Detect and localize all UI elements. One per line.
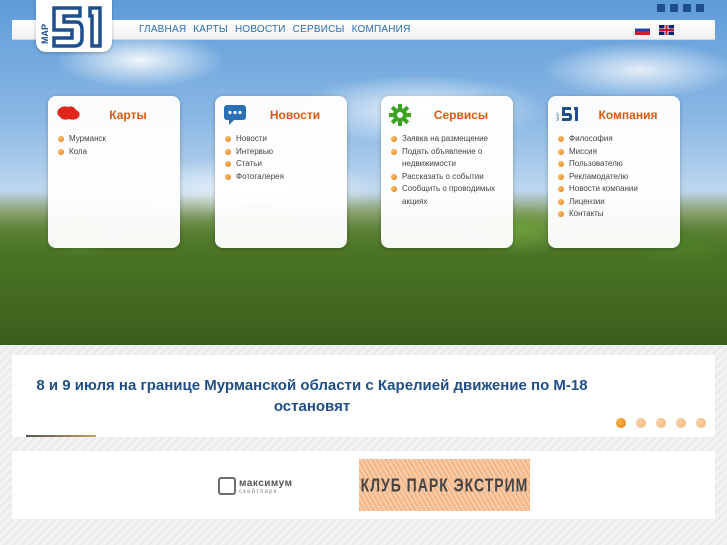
card-link[interactable]: Мурманск (58, 133, 174, 146)
card-news: Новости Новости Интервью Статьи Фотогале… (215, 96, 347, 248)
card-link-list: Заявка на размещение Подать объявление о… (391, 133, 507, 208)
card-header: MAP Компания (556, 104, 672, 126)
card-link-list: Философия Миссия Пользователю Рекламодат… (558, 133, 674, 221)
card-link-list: Мурманск Кола (58, 133, 174, 158)
site-logo[interactable]: MAP (36, 0, 112, 52)
card-title[interactable]: Новости (223, 108, 339, 122)
card-header: Новости (223, 104, 339, 126)
card-header: Карты (56, 104, 172, 126)
card-link[interactable]: Миссия (558, 146, 674, 159)
svg-text:MAP: MAP (40, 24, 50, 44)
partner-maximum-logo[interactable]: максимум скейтпарк (218, 475, 318, 497)
card-link[interactable]: Подать объявление о недвижимости (391, 146, 507, 171)
slider-pagination (616, 418, 706, 428)
nav-item-news[interactable]: НОВОСТИ (235, 24, 286, 35)
rss-icon[interactable] (696, 4, 704, 12)
flag-ru-icon[interactable] (635, 25, 650, 35)
language-switcher (635, 25, 674, 35)
slider-dot[interactable] (656, 418, 666, 428)
slider-dot[interactable] (636, 418, 646, 428)
card-link[interactable]: Сообщить о проводимых акциях (391, 183, 507, 208)
card-title[interactable]: Компания (556, 108, 672, 122)
card-link[interactable]: Новости компании (558, 183, 674, 196)
partner-subtitle: скейтпарк (239, 488, 278, 495)
partner-title: КЛУБ ПАРК ЭКСТРИМ (360, 474, 529, 496)
slider-dot[interactable] (676, 418, 686, 428)
slide-progress-bar (26, 435, 96, 437)
card-maps: Карты Мурманск Кола (48, 96, 180, 248)
news-headline[interactable]: 8 и 9 июля на границе Мурманской области… (12, 375, 612, 417)
top-utility-icons (657, 4, 704, 12)
card-link[interactable]: Контакты (558, 208, 674, 221)
nav-item-company[interactable]: КОМПАНИЯ (352, 24, 411, 35)
card-link[interactable]: Фотогалерея (225, 171, 341, 184)
card-company: MAP Компания Философия Миссия Пользовате… (548, 96, 680, 248)
card-title[interactable]: Сервисы (389, 108, 505, 122)
main-nav: ГЛАВНАЯ КАРТЫ НОВОСТИ СЕРВИСЫ КОМПАНИЯ (139, 24, 411, 35)
partner-title: максимум (239, 477, 293, 489)
nav-item-home[interactable]: ГЛАВНАЯ (139, 24, 186, 35)
slider-dot[interactable] (616, 418, 626, 428)
sitemap-icon[interactable] (670, 4, 678, 12)
card-services: Сервисы Заявка на размещение Подать объя… (381, 96, 513, 248)
home-icon[interactable] (657, 4, 665, 12)
news-slider: 8 и 9 июля на границе Мурманской области… (12, 355, 715, 437)
card-link[interactable]: Заявка на размещение (391, 133, 507, 146)
card-link[interactable]: Пользователю (558, 158, 674, 171)
skater-icon (218, 477, 236, 495)
flag-en-icon[interactable] (659, 25, 674, 35)
card-header: Сервисы (389, 104, 505, 126)
card-link[interactable]: Новости (225, 133, 341, 146)
card-link[interactable]: Лицензии (558, 196, 674, 209)
card-link[interactable]: Интервью (225, 146, 341, 159)
card-link[interactable]: Рассказать о событии (391, 171, 507, 184)
nav-item-services[interactable]: СЕРВИСЫ (293, 24, 345, 35)
mail-icon[interactable] (683, 4, 691, 12)
nav-item-maps[interactable]: КАРТЫ (193, 24, 228, 35)
card-link[interactable]: Статьи (225, 158, 341, 171)
slider-dot[interactable] (696, 418, 706, 428)
logo-icon: MAP (40, 6, 102, 48)
card-link-list: Новости Интервью Статьи Фотогалерея (225, 133, 341, 183)
card-link[interactable]: Рекламодателю (558, 171, 674, 184)
card-title[interactable]: Карты (56, 108, 172, 122)
partners-strip: максимум скейтпарк КЛУБ ПАРК ЭКСТРИМ (12, 451, 715, 519)
card-link[interactable]: Кола (58, 146, 174, 159)
partner-club-logo[interactable]: КЛУБ ПАРК ЭКСТРИМ (359, 459, 530, 511)
card-link[interactable]: Философия (558, 133, 674, 146)
